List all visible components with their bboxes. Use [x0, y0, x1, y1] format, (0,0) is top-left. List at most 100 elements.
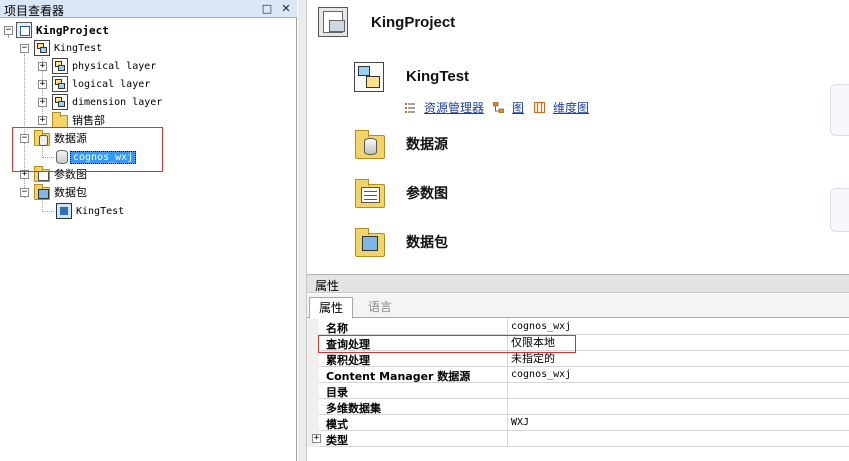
tree-item-dimension-layer[interactable]: dimension layer: [52, 93, 164, 111]
properties-title-label: 属性: [315, 279, 340, 293]
collapse-toggle[interactable]: −: [20, 134, 29, 143]
data-sources-large-icon: [355, 130, 385, 159]
property-value[interactable]: 仅限本地: [507, 335, 849, 351]
property-value[interactable]: [507, 399, 849, 415]
parameter-maps-large-icon: [355, 179, 385, 208]
row-gutter: [307, 335, 319, 351]
property-row[interactable]: 模式 WXJ: [307, 415, 849, 431]
properties-grid: 名称 cognos_wxj 查询处理 仅限本地 累积处理 未指定的 Conten…: [307, 319, 849, 461]
project-viewer-titlebar: 项目查看器 □ ✕: [0, 0, 297, 18]
tree-item-label: 参数图: [54, 168, 87, 181]
property-value[interactable]: cognos_wxj: [507, 367, 849, 383]
database-icon: [364, 138, 377, 155]
row-gutter: [307, 383, 319, 399]
properties-tabs: 属性 语言: [307, 294, 849, 319]
tree-item-package[interactable]: KingTest: [56, 202, 126, 220]
row-gutter: [307, 415, 319, 431]
property-value[interactable]: 未指定的: [507, 351, 849, 367]
parameter-maps-section[interactable]: 参数图: [406, 183, 448, 203]
packages-large-icon: [355, 228, 385, 257]
expand-toggle[interactable]: +: [38, 116, 47, 125]
diagram-link[interactable]: 图: [512, 99, 524, 116]
property-row[interactable]: Content Manager 数据源 cognos_wxj: [307, 367, 849, 383]
row-gutter: [307, 399, 319, 415]
property-name: Content Manager 数据源: [326, 370, 471, 383]
packages-section[interactable]: 数据包: [406, 232, 448, 252]
property-value[interactable]: WXJ: [507, 415, 849, 431]
tree-item-physical-layer[interactable]: physical layer: [52, 57, 158, 75]
model-large-icon: [354, 62, 384, 92]
tab-language[interactable]: 语言: [359, 297, 401, 319]
property-row[interactable]: 名称 cognos_wxj: [307, 319, 849, 335]
data-sources-section[interactable]: 数据源: [406, 134, 448, 154]
property-row[interactable]: 多维数据集: [307, 399, 849, 415]
property-name: 多维数据集: [326, 402, 381, 415]
tree-item-project[interactable]: KingProject: [16, 21, 111, 39]
property-name: 目录: [326, 386, 348, 399]
property-name: 类型: [326, 434, 348, 447]
expand-toggle[interactable]: +: [38, 62, 47, 71]
row-gutter: [307, 367, 319, 383]
property-value[interactable]: cognos_wxj: [507, 319, 849, 335]
tree-connector: [42, 211, 54, 212]
row-gutter: [307, 351, 319, 367]
dimension-map-link[interactable]: 维度图: [553, 99, 589, 116]
property-name: 查询处理: [326, 338, 370, 351]
expand-toggle[interactable]: +: [38, 98, 47, 107]
tree-item-label: KingTest: [76, 205, 125, 217]
tree-item-label: KingTest: [54, 42, 103, 54]
namespace-icon: [52, 58, 68, 74]
tree-connector: [8, 35, 9, 37]
collapse-toggle[interactable]: −: [4, 26, 13, 35]
project-large-icon: [318, 7, 348, 37]
close-pane-button[interactable]: ✕: [279, 2, 293, 16]
package-icon: [362, 236, 378, 251]
tree-item-label: 数据源: [54, 132, 87, 145]
diagram-icon: [493, 102, 504, 113]
faded-panel: [830, 84, 849, 136]
folder-icon: [52, 111, 68, 128]
explorer-link[interactable]: 资源管理器: [424, 99, 484, 116]
namespace-icon: [52, 76, 68, 92]
property-row[interactable]: 累积处理 未指定的: [307, 351, 849, 367]
expand-toggle[interactable]: +: [38, 80, 47, 89]
property-row[interactable]: 目录: [307, 383, 849, 399]
tree-item-label: dimension layer: [72, 96, 163, 108]
namespace-icon: [52, 94, 68, 110]
tree-connector: [42, 157, 54, 158]
tree-item-packages[interactable]: 数据包: [34, 183, 89, 201]
packages-folder-icon: [34, 183, 50, 200]
tree-item-parameter-maps[interactable]: 参数图: [34, 165, 89, 183]
collapse-toggle[interactable]: −: [20, 188, 29, 197]
project-viewer-title: 项目查看器: [4, 4, 65, 18]
properties-panel-title: 属性: [307, 274, 849, 293]
model-icon: [34, 40, 50, 56]
property-value[interactable]: [507, 431, 849, 447]
restore-pane-button[interactable]: □: [260, 2, 274, 16]
expand-toggle[interactable]: +: [20, 170, 29, 179]
tree-item-label: 数据包: [54, 186, 87, 199]
tree-item-label: cognos_wxj: [70, 150, 137, 164]
expand-toggle[interactable]: +: [312, 434, 321, 443]
collapse-toggle[interactable]: −: [20, 44, 29, 53]
project-viewer-pane: 项目查看器 □ ✕ − KingProject − KingTest + phy…: [0, 0, 297, 461]
tree-item-logical-layer[interactable]: logical layer: [52, 75, 152, 93]
property-value[interactable]: [507, 383, 849, 399]
tab-properties[interactable]: 属性: [309, 297, 354, 319]
tree-item-model[interactable]: KingTest: [34, 39, 104, 57]
model-title[interactable]: KingTest: [406, 68, 469, 85]
parameter-maps-folder-icon: [34, 165, 50, 182]
pane-splitter[interactable]: [298, 0, 307, 461]
project-title: KingProject: [371, 14, 456, 31]
tree-item-label: KingProject: [36, 23, 109, 37]
property-row[interactable]: + 类型: [307, 431, 849, 447]
project-icon: [16, 22, 32, 38]
data-sources-folder-icon: [34, 129, 50, 146]
tree-item-data-source[interactable]: cognos_wxj: [56, 148, 137, 166]
parameter-map-icon: [361, 187, 380, 203]
tree-item-sales-folder[interactable]: 销售部: [52, 111, 107, 129]
tree-item-label: logical layer: [72, 78, 151, 90]
dimension-map-icon: [534, 102, 545, 113]
property-row[interactable]: 查询处理 仅限本地: [307, 335, 849, 351]
tree-item-data-sources[interactable]: 数据源: [34, 129, 89, 147]
